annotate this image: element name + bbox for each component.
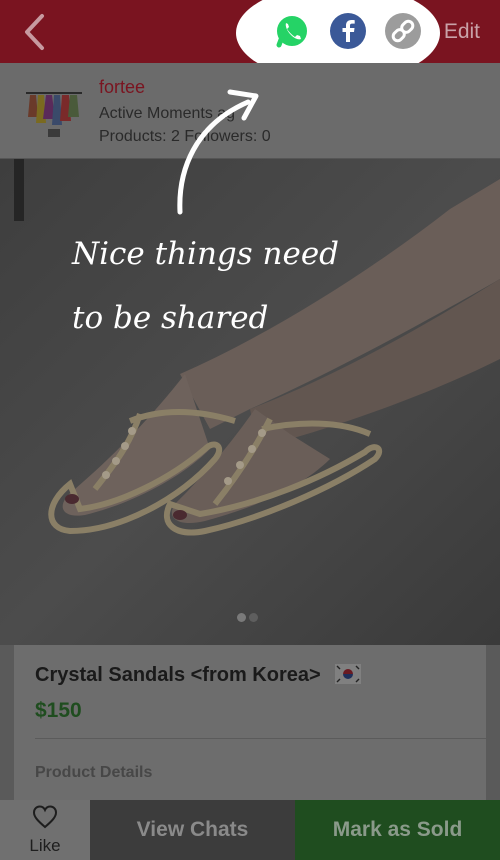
facebook-icon[interactable] — [329, 12, 367, 50]
shop-avatar — [22, 83, 86, 139]
like-label: Like — [29, 836, 61, 855]
product-details-label[interactable]: Product Details — [35, 764, 152, 782]
annotation-arrow-icon — [177, 89, 259, 215]
whatsapp-icon[interactable] — [273, 12, 311, 50]
back-arrow-icon[interactable] — [18, 10, 52, 54]
pager-dot[interactable] — [249, 613, 258, 622]
mark-as-sold-button[interactable]: Mark as Sold — [295, 800, 500, 860]
product-card: Crystal Sandals <from Korea> $150 Produc… — [14, 645, 486, 800]
product-price: $150 — [35, 699, 82, 722]
sandals-photo — [0, 159, 500, 645]
product-image[interactable] — [0, 159, 500, 645]
annotation-text-line-2: to be shared — [72, 300, 269, 336]
view-chats-button[interactable]: View Chats — [90, 800, 295, 860]
card-divider — [35, 738, 486, 739]
korea-flag-icon — [335, 664, 361, 684]
shop-name[interactable]: fortee — [99, 77, 145, 98]
edit-button[interactable]: Edit — [444, 20, 480, 44]
like-button[interactable]: Like — [0, 800, 90, 860]
bottom-action-bar: Like View Chats Mark as Sold — [0, 800, 500, 860]
annotation-text-line-1: Nice things need — [72, 236, 340, 272]
product-title: Crystal Sandals <from Korea> — [35, 664, 321, 686]
heart-icon — [32, 805, 58, 829]
link-icon[interactable] — [384, 12, 422, 50]
pager-dot-active[interactable] — [237, 613, 246, 622]
